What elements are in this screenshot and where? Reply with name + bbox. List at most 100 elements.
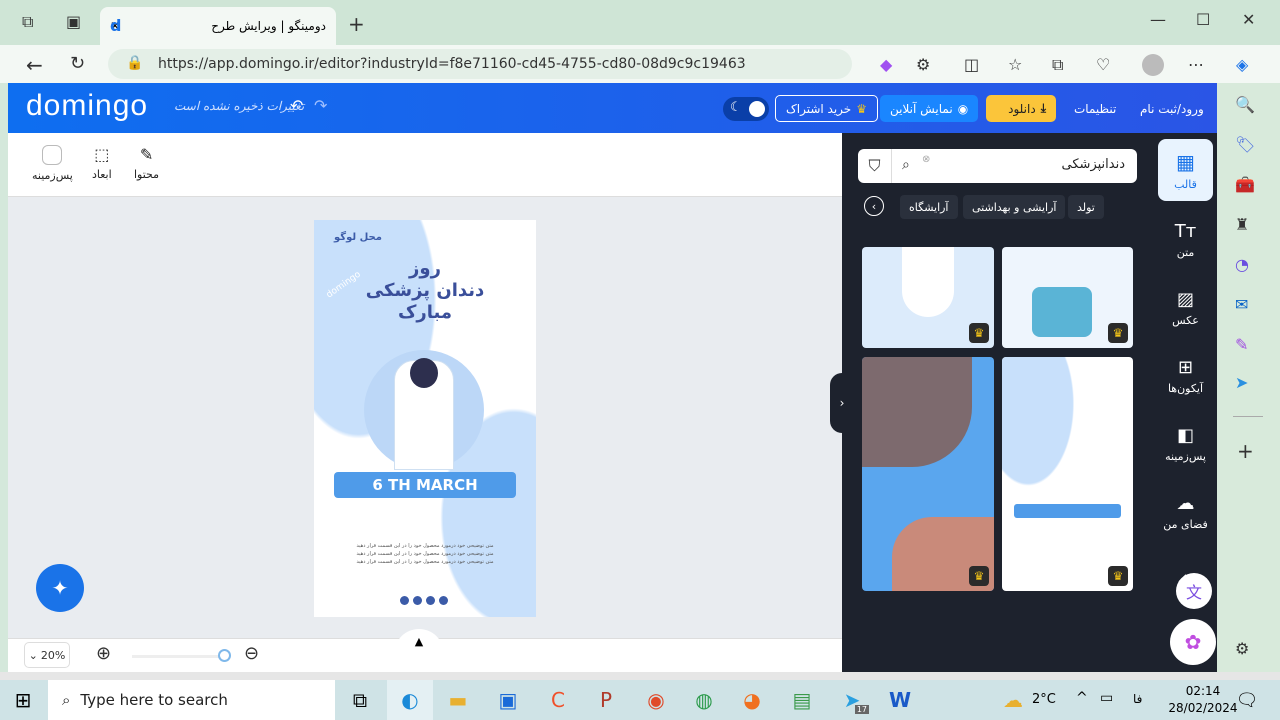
subscribe-label: خرید اشتراک xyxy=(786,101,852,116)
content-tool[interactable]: ✎ محتوا xyxy=(134,145,159,181)
poster-date-banner: 6 TH MARCH xyxy=(334,472,516,498)
designer-icon[interactable]: ✎ xyxy=(1235,335,1248,354)
more-menu-icon[interactable]: ⋯ xyxy=(1188,55,1204,74)
battery-icon[interactable]: ▭ xyxy=(1100,690,1113,706)
close-window-icon[interactable]: ✕ xyxy=(1242,10,1255,29)
minimize-icon[interactable]: — xyxy=(1150,10,1166,29)
telegram-icon[interactable]: ➤ 17 xyxy=(829,680,875,720)
nav-templates[interactable]: ▦ قالب xyxy=(1158,139,1213,201)
show-hidden-icons[interactable]: ^ xyxy=(1076,690,1088,706)
url-input[interactable]: 🔒 https://app.domingo.ir/editor?industry… xyxy=(108,49,852,79)
tab-actions-icon[interactable]: ▣ xyxy=(66,12,81,31)
zoom-level-select[interactable]: ⌄ 20% xyxy=(24,642,70,668)
nav-my-space[interactable]: ☁ فضای من xyxy=(1158,481,1213,543)
games-icon[interactable]: ♜ xyxy=(1235,215,1249,234)
app-icon[interactable]: ▤ xyxy=(779,680,825,720)
poster-body-text: متن توضیحی خود درمورد محصول خود را در ای… xyxy=(356,543,494,565)
search-box: ⛉ ⌕ ⊗ دندانپزشکی xyxy=(858,149,1137,183)
refresh-icon[interactable]: ↻ xyxy=(70,53,85,74)
preview-button[interactable]: ◉ نمایش آنلاین xyxy=(880,95,979,122)
taskbar-search[interactable]: ⌕ Type here to search xyxy=(48,680,335,720)
ccleaner-icon[interactable]: C xyxy=(535,680,581,720)
shopping-icon[interactable]: 🏷 xyxy=(1235,135,1255,154)
profile-avatar[interactable] xyxy=(1142,54,1164,76)
login-link[interactable]: ورود/ثبت نام xyxy=(1130,95,1214,122)
back-icon[interactable]: ← xyxy=(26,53,43,77)
zoom-in-icon[interactable]: ⊕ xyxy=(96,643,111,664)
settings-link[interactable]: تنظیمات xyxy=(1064,95,1126,122)
dark-mode-toggle[interactable]: ☾ xyxy=(723,97,769,121)
filter-icon[interactable]: ⛉ xyxy=(858,149,892,183)
nav-backgrounds[interactable]: ◧ پس‌زمینه xyxy=(1158,413,1213,475)
nav-text[interactable]: Tт متن xyxy=(1158,209,1213,271)
undo-icon[interactable]: ↶ xyxy=(290,96,303,115)
template-card[interactable]: ♛ xyxy=(1002,357,1133,591)
chevron-down-icon: ⌄ xyxy=(28,648,38,662)
notifications-icon[interactable]: 🗨 xyxy=(1224,680,1270,720)
chevron-right-icon: › xyxy=(839,396,845,410)
premium-crown-icon: ♛ xyxy=(969,566,989,586)
search-input[interactable]: دندانپزشکی xyxy=(1062,157,1125,172)
copilot-icon[interactable]: ◈ xyxy=(1236,55,1248,74)
premium-crown-icon: ♛ xyxy=(969,323,989,343)
performance-icon[interactable]: ♡ xyxy=(1096,55,1110,74)
new-tab-icon[interactable]: + xyxy=(348,12,365,36)
download-button[interactable]: ⤓ دانلود xyxy=(986,95,1056,122)
settings-gear-icon[interactable]: ⚙ xyxy=(1235,639,1249,658)
tools-icon[interactable]: 🧰 xyxy=(1235,175,1255,194)
search-icon[interactable]: 🔍 xyxy=(1235,95,1255,114)
nav-photos[interactable]: ▨ عکس xyxy=(1158,277,1213,339)
dimensions-tool[interactable]: ⬚ ابعاد xyxy=(92,145,112,181)
redo-icon[interactable]: ↷ xyxy=(314,96,327,115)
workspaces-icon[interactable]: ⧉ xyxy=(22,12,33,32)
design-poster[interactable]: محل لوگو روز دندان پزشکی مبارک 6 TH MARC… xyxy=(314,220,536,617)
zoom-slider[interactable] xyxy=(132,655,226,658)
store-icon[interactable]: ▣ xyxy=(485,680,531,720)
browser-tab[interactable]: دومینگو | ویرایش طرح ✕ xyxy=(100,7,336,45)
add-icon[interactable]: + xyxy=(1237,439,1254,463)
outlook-icon[interactable]: ✉ xyxy=(1235,295,1248,314)
firefox-icon[interactable]: ◕ xyxy=(729,680,775,720)
template-card[interactable]: ♛ xyxy=(862,247,994,348)
chip-cosmetics[interactable]: آرایشی و بهداشتی xyxy=(963,195,1066,219)
psiphon-icon[interactable]: P xyxy=(583,680,629,720)
subscribe-button[interactable]: ♛ خرید اشتراک xyxy=(775,95,878,122)
chip-birthday[interactable]: تولد xyxy=(1068,195,1104,219)
task-view-icon[interactable]: ⧉ xyxy=(337,680,383,720)
maximize-icon[interactable]: ☐ xyxy=(1196,10,1210,29)
chip-beauty-salon[interactable]: آرایشگاه xyxy=(900,195,958,219)
resize-icon: ⬚ xyxy=(94,145,110,164)
extensions-icon[interactable]: ⚙ xyxy=(916,55,930,74)
collapse-panel-button[interactable]: › xyxy=(830,373,854,433)
zoom-out-icon[interactable]: ⊖ xyxy=(244,643,259,664)
browser-tab-bar: ⧉ ▣ دومینگو | ویرایش طرح ✕ d + — ☐ ✕ xyxy=(0,0,1280,45)
windows-start-icon[interactable]: ⊞ xyxy=(0,680,46,720)
background-tool[interactable]: پس‌زمینه xyxy=(32,145,73,182)
chrome-icon[interactable]: ◉ xyxy=(633,680,679,720)
idm-icon[interactable]: ◍ xyxy=(681,680,727,720)
weather-icon[interactable]: ☁ xyxy=(990,680,1036,720)
file-explorer-icon[interactable]: ▬ xyxy=(435,680,481,720)
nav-label: عکس xyxy=(1172,314,1199,327)
language-indicator[interactable]: فا xyxy=(1133,692,1142,706)
word-icon[interactable]: W xyxy=(877,680,923,720)
search-icon[interactable]: ⌕ xyxy=(902,157,910,173)
nav-icons[interactable]: ⊞ آیکون‌ها xyxy=(1158,345,1213,407)
template-card[interactable]: ♛ xyxy=(1002,247,1133,348)
clear-search-icon[interactable]: ⊗ xyxy=(922,154,930,165)
send-icon[interactable]: ➤ xyxy=(1235,373,1248,392)
chip-scroll-left-icon[interactable]: ‹ xyxy=(864,196,884,216)
zoom-slider-handle[interactable] xyxy=(218,649,231,662)
magic-wand-button[interactable]: ✦ xyxy=(36,564,84,612)
microsoft365-icon[interactable]: ◔ xyxy=(1235,255,1249,274)
edge-app-icon[interactable]: ◐ xyxy=(387,680,433,720)
template-card[interactable]: ♛ xyxy=(862,357,994,591)
split-screen-icon[interactable]: ◫ xyxy=(964,55,979,74)
favorites-icon[interactable]: ☆ xyxy=(1008,55,1022,74)
copilot-ext-icon[interactable]: ◆ xyxy=(880,55,892,74)
ai-brain-icon[interactable]: ✿ xyxy=(1170,619,1216,665)
edge-sidebar: 🔍 🏷 🧰 ♜ ◔ ✉ ✎ ➤ + ⚙ xyxy=(1217,83,1280,672)
collections-icon[interactable]: ⧉ xyxy=(1052,55,1063,75)
domingo-logo[interactable]: domingo xyxy=(26,89,148,123)
translate-icon[interactable]: 文 xyxy=(1176,573,1212,609)
